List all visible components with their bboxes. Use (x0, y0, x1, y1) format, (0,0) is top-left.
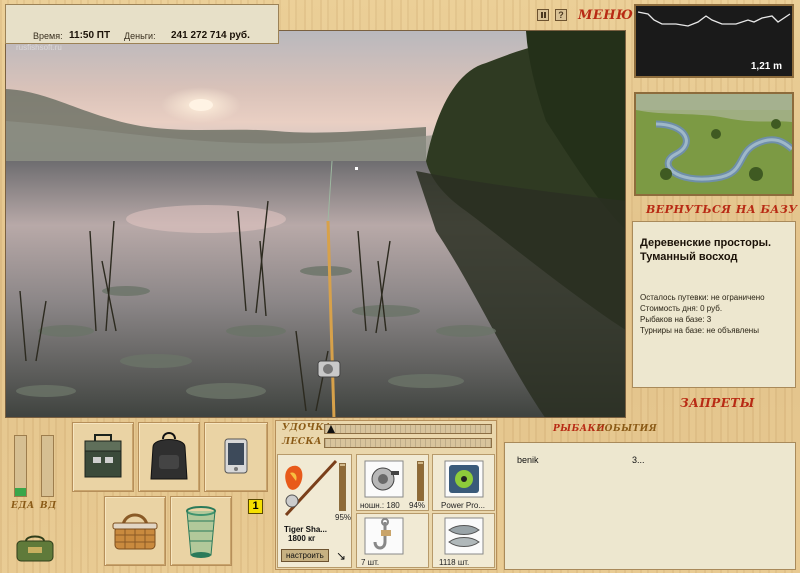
menu-button[interactable]: МЕНЮ (578, 8, 633, 23)
backpack-icon (150, 432, 188, 480)
reel-condition-meter (417, 461, 424, 501)
help-button[interactable]: ? (555, 9, 567, 21)
bait-slot[interactable]: 1118 шт. (432, 513, 495, 568)
tournaments: Турниры на базе: не объявлены (640, 326, 759, 335)
rod-tension-marker (327, 425, 335, 433)
lake-scene-image (6, 31, 625, 417)
tab-events[interactable]: СОБЫТИЯ (597, 424, 657, 434)
trip-remaining: Осталось путевки: не ограничено (640, 293, 765, 302)
keepnet-icon (186, 506, 216, 558)
bait-count: 1118 шт. (439, 558, 470, 567)
depth-profile: 1,21 m (634, 4, 794, 78)
slot-picnic-basket[interactable] (104, 496, 166, 566)
fishers-count: Рыбаков на базе: 3 (640, 315, 712, 324)
rod-slot[interactable]: 95% Tiger Sha... 1800 кг настроить ↘ (277, 454, 352, 568)
inventory-page-badge[interactable]: 1 (248, 499, 263, 514)
map-image (636, 94, 792, 194)
line-slot[interactable]: Power Pro... (432, 454, 495, 511)
line-name: Power Pro... (441, 501, 486, 510)
location-details: Осталось путевки: не ограничено Стоимост… (640, 292, 765, 336)
location-map[interactable] (634, 92, 794, 196)
depth-value: 1,21 m (750, 61, 782, 72)
bans-button[interactable]: ЗАПРЕТЫ (680, 396, 755, 410)
fisher-value: 3... (632, 455, 645, 465)
picnic-basket-icon (112, 513, 158, 550)
return-to-base-button[interactable]: ВЕРНУТЬСЯ НА БАЗУ (646, 203, 798, 216)
bait-fish-icon (444, 517, 484, 555)
hook-icon (364, 517, 404, 555)
reel-condition-fill (418, 464, 423, 500)
slot-tackle-box[interactable] (72, 422, 134, 492)
list-item[interactable]: benik 3... (517, 455, 777, 465)
drink-label: ВД (40, 501, 57, 511)
slot-backpack[interactable] (138, 422, 200, 492)
hook-count: 7 шт. (361, 558, 380, 567)
rod-weight: 1800 кг (288, 534, 316, 543)
food-meter-fill (15, 487, 26, 496)
arrow-down-right-icon[interactable]: ↘ (336, 549, 346, 563)
day-cost: Стоимость дня: 0 руб. (640, 304, 723, 313)
line-tension-bar (324, 438, 492, 448)
rod-name: Tiger Sha... (284, 525, 327, 534)
fisher-name: benik (517, 455, 539, 465)
money-label: Деньги: (124, 31, 156, 41)
fishing-line-spool-icon (444, 460, 484, 498)
bag-icon[interactable] (14, 535, 56, 563)
fishers-list: benik 3... (504, 442, 796, 570)
hook-slot[interactable]: 7 шт. (356, 513, 429, 568)
rod-condition-pct: 95% (335, 513, 352, 522)
echo-sounder-icon (224, 438, 248, 474)
food-meter (14, 435, 27, 497)
fishing-scene[interactable]: rusfishsoft.ru (5, 30, 626, 418)
rod-condition-meter (339, 463, 346, 511)
tackle-box-icon (84, 434, 122, 478)
food-label: ЕДА (11, 501, 35, 511)
reel-icon (364, 460, 404, 498)
time-value: 11:50 ПТ (69, 30, 111, 41)
status-bar: Время: 11:50 ПТ Деньги: 241 272 714 руб. (5, 4, 279, 44)
location-info: Деревенские просторы. Туманный восход Ос… (632, 221, 796, 388)
location-title: Деревенские просторы. Туманный восход (640, 237, 772, 263)
slot-device[interactable] (204, 422, 268, 492)
setup-button[interactable]: настроить (281, 549, 329, 562)
pause-icon (541, 12, 543, 18)
time-label: Время: (33, 31, 63, 41)
reel-name: ношн.: 180 (360, 501, 400, 510)
slot-keepnet[interactable] (170, 496, 232, 566)
line-label: ЛЕСКА (282, 437, 322, 447)
pause-button[interactable] (537, 9, 549, 21)
reel-condition-pct: 94% (409, 501, 426, 510)
drink-meter (41, 435, 54, 497)
money-value: 241 272 714 руб. (171, 30, 250, 41)
reel-slot[interactable]: ношн.: 180 94% (356, 454, 429, 511)
watermark-text: rusfishsoft.ru (16, 43, 62, 52)
help-icon: ? (558, 10, 564, 20)
rod-condition-fill (340, 466, 345, 510)
rod-icon (284, 459, 338, 517)
rod-tension-bar (324, 424, 492, 434)
